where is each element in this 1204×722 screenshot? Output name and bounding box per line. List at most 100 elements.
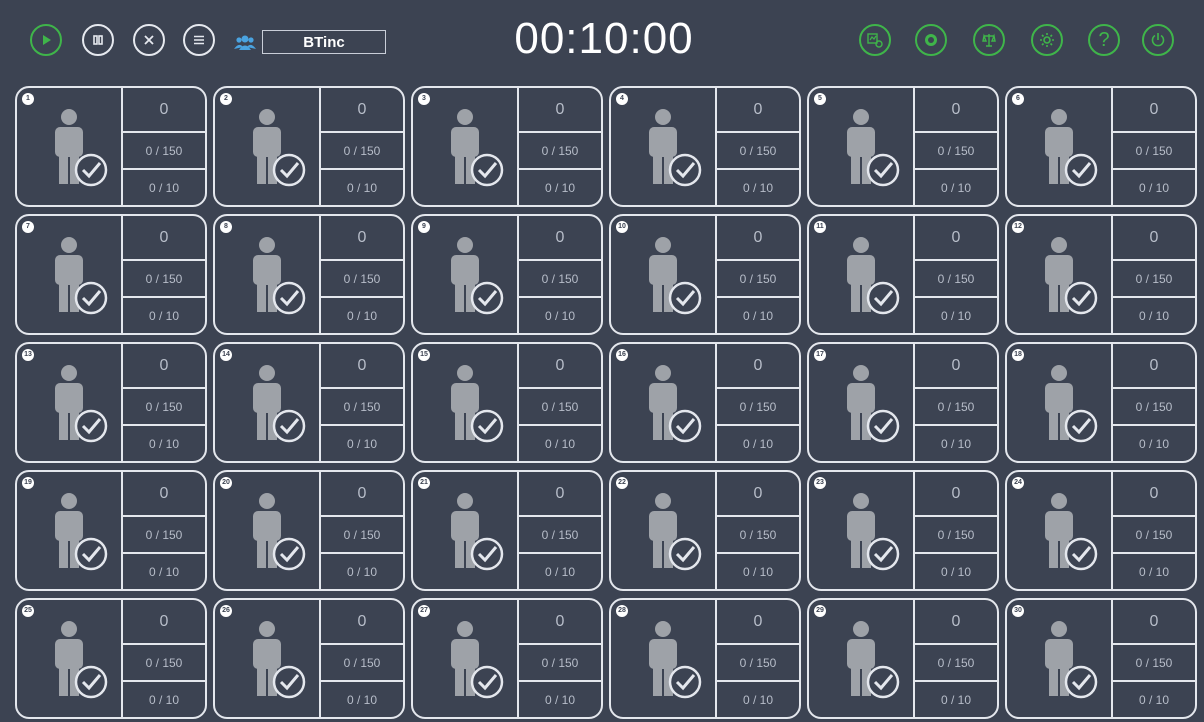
station-card[interactable]: 7 0 0 / 150 0 / 10 xyxy=(15,214,207,335)
station-card[interactable]: 9 0 0 / 150 0 / 10 xyxy=(411,214,603,335)
station-status: 26 xyxy=(215,600,321,717)
station-card[interactable]: 20 0 0 / 150 0 / 10 xyxy=(213,470,405,591)
stop-button[interactable] xyxy=(133,24,165,56)
station-card[interactable]: 26 0 0 / 150 0 / 10 xyxy=(213,598,405,719)
station-number: 9 xyxy=(418,221,430,233)
station-count: 0 / 10 xyxy=(717,552,799,589)
pause-icon xyxy=(93,35,103,45)
station-count: 0 / 10 xyxy=(123,552,205,589)
station-progress: 0 / 150 xyxy=(123,387,205,424)
station-value: 0 xyxy=(1149,100,1159,118)
station-status: 6 xyxy=(1007,88,1113,205)
station-status: 15 xyxy=(413,344,519,461)
station-card[interactable]: 28 0 0 / 150 0 / 10 xyxy=(609,598,801,719)
station-card[interactable]: 18 0 0 / 150 0 / 10 xyxy=(1005,342,1197,463)
station-card[interactable]: 8 0 0 / 150 0 / 10 xyxy=(213,214,405,335)
station-status: 7 xyxy=(17,216,123,333)
station-number: 15 xyxy=(418,349,430,361)
station-card[interactable]: 29 0 0 / 150 0 / 10 xyxy=(807,598,999,719)
settings-icon xyxy=(1040,33,1054,47)
station-number: 28 xyxy=(616,605,628,617)
station-card[interactable]: 16 0 0 / 150 0 / 10 xyxy=(609,342,801,463)
station-card[interactable]: 25 0 0 / 150 0 / 10 xyxy=(15,598,207,719)
station-count: 0 / 10 xyxy=(321,424,403,461)
station-value: 0 xyxy=(1149,484,1159,502)
help-icon: ? xyxy=(1098,28,1110,51)
station-number: 11 xyxy=(814,221,826,233)
station-status: 30 xyxy=(1007,600,1113,717)
station-card[interactable]: 10 0 0 / 150 0 / 10 xyxy=(609,214,801,335)
station-card[interactable]: 2 0 0 / 150 0 / 10 xyxy=(213,86,405,207)
station-progress: 0 / 150 xyxy=(1113,259,1195,296)
station-card[interactable]: 6 0 0 / 150 0 / 10 xyxy=(1005,86,1197,207)
power-button[interactable] xyxy=(1142,24,1174,56)
user-name-field[interactable]: BTinc xyxy=(262,30,386,54)
station-card[interactable]: 13 0 0 / 150 0 / 10 xyxy=(15,342,207,463)
station-card[interactable]: 30 0 0 / 150 0 / 10 xyxy=(1005,598,1197,719)
user-check-icon xyxy=(641,364,709,451)
user-check-icon xyxy=(641,108,709,195)
station-stats: 0 0 / 150 0 / 10 xyxy=(915,88,997,205)
station-value: 0 xyxy=(159,228,169,246)
station-progress: 0 / 150 xyxy=(717,259,799,296)
station-card[interactable]: 12 0 0 / 150 0 / 10 xyxy=(1005,214,1197,335)
station-value: 0 xyxy=(159,484,169,502)
station-count: 0 / 10 xyxy=(321,296,403,333)
record-icon xyxy=(925,34,937,46)
station-card[interactable]: 15 0 0 / 150 0 / 10 xyxy=(411,342,603,463)
station-card[interactable]: 5 0 0 / 150 0 / 10 xyxy=(807,86,999,207)
toolbar: BTinc 00:10:00 ? xyxy=(0,0,1204,80)
stats-button[interactable] xyxy=(859,24,891,56)
station-number: 17 xyxy=(814,349,826,361)
menu-button[interactable] xyxy=(183,24,215,56)
station-status: 27 xyxy=(413,600,519,717)
station-value: 0 xyxy=(753,356,763,374)
station-count: 0 / 10 xyxy=(123,424,205,461)
station-count: 0 / 10 xyxy=(1113,168,1195,205)
settings-button[interactable] xyxy=(1031,24,1063,56)
station-status: 5 xyxy=(809,88,915,205)
station-stats: 0 0 / 150 0 / 10 xyxy=(1113,216,1195,333)
station-progress: 0 / 150 xyxy=(717,387,799,424)
station-count: 0 / 10 xyxy=(1113,680,1195,717)
station-card[interactable]: 17 0 0 / 150 0 / 10 xyxy=(807,342,999,463)
station-stats: 0 0 / 150 0 / 10 xyxy=(123,600,205,717)
play-button[interactable] xyxy=(30,24,62,56)
station-value: 0 xyxy=(753,228,763,246)
station-card[interactable]: 14 0 0 / 150 0 / 10 xyxy=(213,342,405,463)
station-card[interactable]: 3 0 0 / 150 0 / 10 xyxy=(411,86,603,207)
station-status: 19 xyxy=(17,472,123,589)
station-count: 0 / 10 xyxy=(915,680,997,717)
station-progress: 0 / 150 xyxy=(1113,643,1195,680)
station-value: 0 xyxy=(1149,612,1159,630)
station-stats: 0 0 / 150 0 / 10 xyxy=(717,216,799,333)
stats-icon xyxy=(867,33,883,48)
help-button[interactable]: ? xyxy=(1088,24,1120,56)
station-count: 0 / 10 xyxy=(915,168,997,205)
station-stats: 0 0 / 150 0 / 10 xyxy=(915,472,997,589)
station-card[interactable]: 19 0 0 / 150 0 / 10 xyxy=(15,470,207,591)
station-card[interactable]: 21 0 0 / 150 0 / 10 xyxy=(411,470,603,591)
station-value: 0 xyxy=(951,356,961,374)
station-number: 3 xyxy=(418,93,430,105)
station-progress: 0 / 150 xyxy=(321,643,403,680)
station-stats: 0 0 / 150 0 / 10 xyxy=(519,88,601,205)
record-button[interactable] xyxy=(915,24,947,56)
balance-button[interactable] xyxy=(973,24,1005,56)
station-value: 0 xyxy=(951,100,961,118)
station-count: 0 / 10 xyxy=(321,168,403,205)
station-card[interactable]: 1 0 0 / 150 0 / 10 xyxy=(15,86,207,207)
station-value: 0 xyxy=(357,100,367,118)
station-card[interactable]: 23 0 0 / 150 0 / 10 xyxy=(807,470,999,591)
station-card[interactable]: 27 0 0 / 150 0 / 10 xyxy=(411,598,603,719)
station-card[interactable]: 24 0 0 / 150 0 / 10 xyxy=(1005,470,1197,591)
pause-button[interactable] xyxy=(82,24,114,56)
station-card[interactable]: 11 0 0 / 150 0 / 10 xyxy=(807,214,999,335)
station-number: 16 xyxy=(616,349,628,361)
station-stats: 0 0 / 150 0 / 10 xyxy=(519,344,601,461)
station-progress: 0 / 150 xyxy=(1113,515,1195,552)
station-number: 30 xyxy=(1012,605,1024,617)
station-card[interactable]: 22 0 0 / 150 0 / 10 xyxy=(609,470,801,591)
station-stats: 0 0 / 150 0 / 10 xyxy=(123,216,205,333)
station-card[interactable]: 4 0 0 / 150 0 / 10 xyxy=(609,86,801,207)
